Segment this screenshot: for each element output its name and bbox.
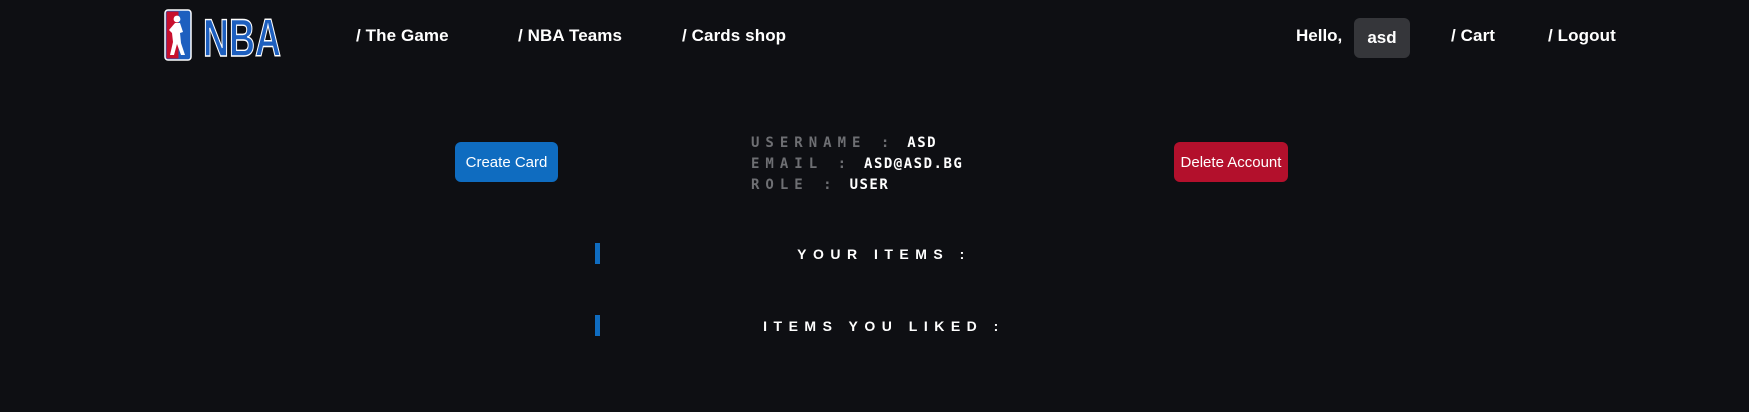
nav-link-cards-shop[interactable]: / Cards shop xyxy=(682,26,786,46)
your-items-heading: YOUR ITEMS : xyxy=(797,246,971,262)
role-value: USER xyxy=(849,177,890,193)
email-value: ASD@ASD.BG xyxy=(864,156,964,172)
create-card-button[interactable]: Create Card xyxy=(455,142,558,182)
role-label: ROLE : xyxy=(751,177,838,193)
items-liked-heading: ITEMS YOU LIKED : xyxy=(763,318,1005,334)
nav-link-logout[interactable]: / Logout xyxy=(1548,26,1616,46)
username-value: ASD xyxy=(907,135,938,151)
email-label: EMAIL : xyxy=(751,156,853,172)
nba-logo-icon: NBA xyxy=(164,8,282,69)
username-label: USERNAME : xyxy=(751,135,896,151)
email-row: EMAIL : ASD@ASD.BG xyxy=(751,154,963,175)
profile-page: NBA / The Game / NBA Teams / Cards shop … xyxy=(0,0,1749,412)
logo-text: NBA xyxy=(203,9,281,61)
nba-logo[interactable]: NBA xyxy=(164,8,282,69)
nav-link-nba-teams[interactable]: / NBA Teams xyxy=(518,26,622,46)
nav-link-the-game[interactable]: / The Game xyxy=(356,26,449,46)
greeting-text: Hello, xyxy=(1296,26,1343,45)
profile-info: USERNAME : ASD EMAIL : ASD@ASD.BG ROLE : US… xyxy=(751,133,963,196)
username-badge[interactable]: asd xyxy=(1354,18,1410,58)
username-row: USERNAME : ASD xyxy=(751,133,963,154)
delete-account-button[interactable]: Delete Account xyxy=(1174,142,1288,182)
top-navbar: NBA / The Game / NBA Teams / Cards shop … xyxy=(0,0,1749,74)
role-row: ROLE : USER xyxy=(751,175,963,196)
nav-link-cart[interactable]: / Cart xyxy=(1451,26,1495,46)
